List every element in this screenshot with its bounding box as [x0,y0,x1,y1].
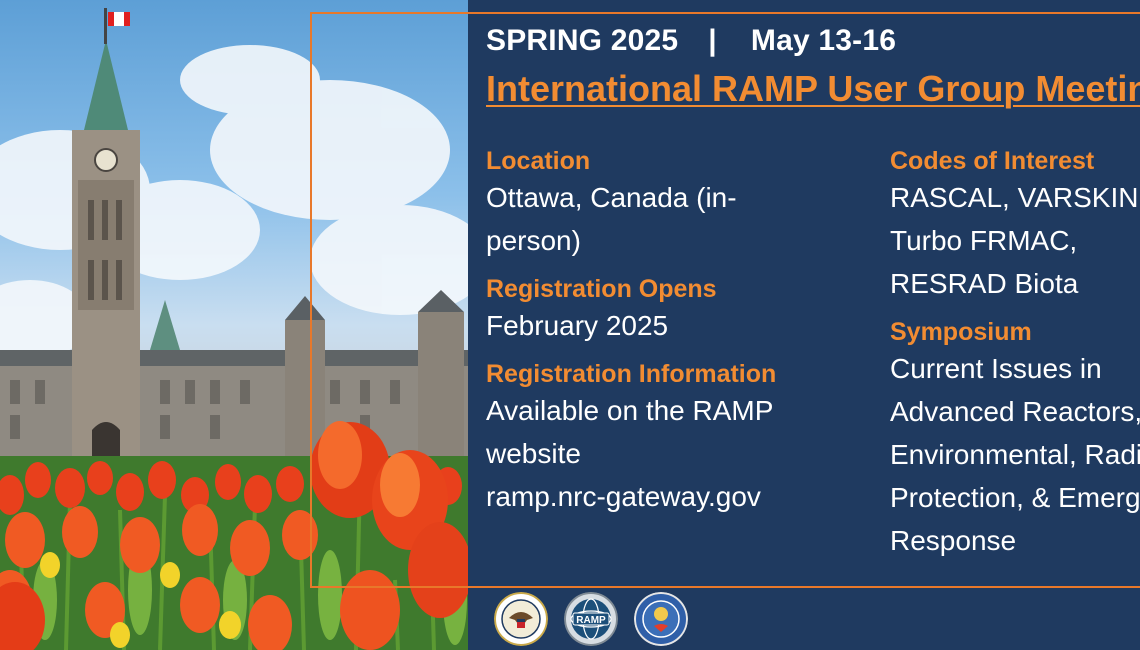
registration-info-label: Registration Information [486,360,777,388]
registration-opens-section: Registration Opens February 2025 [486,274,846,347]
symposium-line-4: Protection, & Emergency [890,482,1140,513]
symposium-line-3: Environmental, Radiation [890,439,1140,470]
parliament-tulips-illustration [0,8,468,650]
details-left-column: Location Ottawa, Canada (in- person) Reg… [486,146,846,530]
codes-line-3: RESRAD Biota [890,268,1079,299]
parliament-photo [0,0,468,650]
location-section: Location Ottawa, Canada (in- person) [486,146,846,262]
location-line-2: person) [486,225,581,256]
event-date-header: SPRING 2025 | May 13-16 [486,24,896,58]
header-separator: | [708,24,717,57]
codes-line-2: Turbo FRMAC, [890,225,1078,256]
symposium-section: Symposium Current Issues in Advanced Rea… [890,317,1140,562]
symposium-line-1: Current Issues in [890,353,1102,384]
event-title: International RAMP User Group Meeting [486,68,1140,109]
sponsor-logos: RAMP [494,592,688,646]
codes-label: Codes of Interest [890,147,1095,175]
registration-info-line-1: Available on the RAMP [486,395,774,426]
codes-section: Codes of Interest RASCAL, VARSKIN, Turbo… [890,146,1140,305]
symposium-label: Symposium [890,318,1032,346]
nrc-seal-icon [494,592,548,646]
ramp-logo-text: RAMP [576,615,606,626]
event-season: SPRING 2025 [486,24,679,57]
location-label: Location [486,147,591,175]
registration-info-section: Registration Information Available on th… [486,359,846,518]
event-dates: May 13-16 [750,24,897,57]
registration-opens-value: February 2025 [486,310,669,341]
registration-opens-label: Registration Opens [486,275,717,303]
location-line-1: Ottawa, Canada (in- [486,182,737,213]
registration-info-line-2: website [486,438,581,469]
registration-url: ramp.nrc-gateway.gov [486,481,761,512]
symposium-line-2: Advanced Reactors, [890,396,1140,427]
ramp-logo-icon: RAMP [564,592,618,646]
symposium-line-5: Response [890,525,1017,556]
cnsc-logo-icon [634,592,688,646]
codes-line-1: RASCAL, VARSKIN, [890,182,1140,213]
details-right-column: Codes of Interest RASCAL, VARSKIN, Turbo… [890,146,1140,574]
